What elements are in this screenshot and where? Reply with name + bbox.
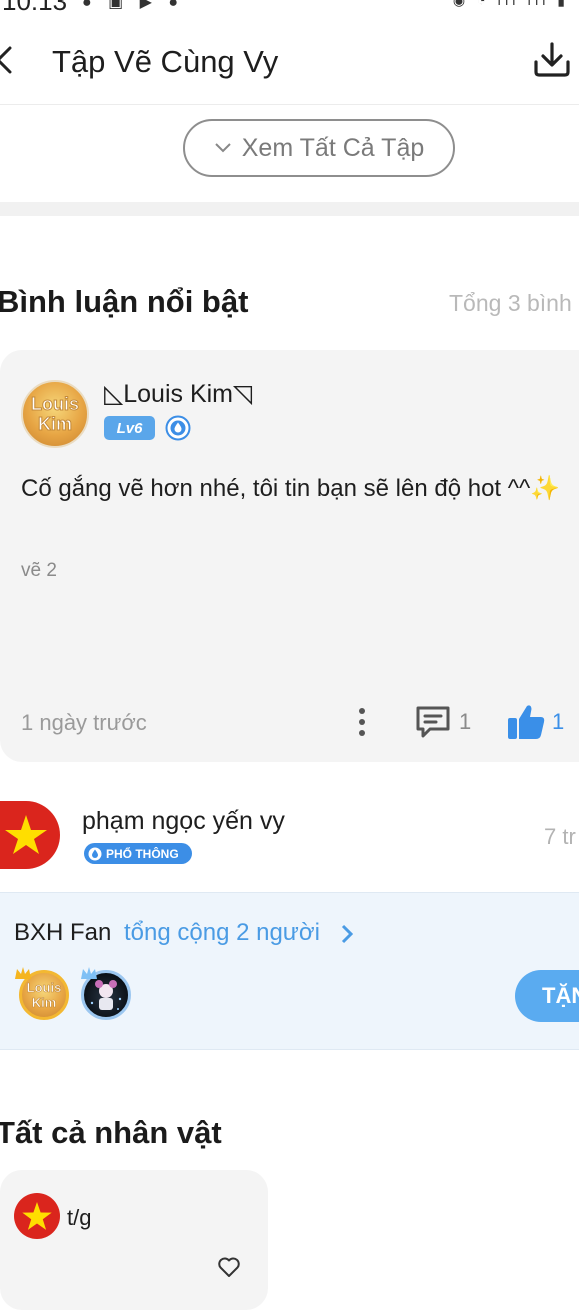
like-count: 1 — [552, 709, 565, 734]
character-avatar — [14, 1193, 60, 1239]
drop-icon — [88, 847, 102, 860]
star-icon — [22, 1202, 52, 1230]
view-all-episodes-label: Xem Tất Cả Tập — [241, 133, 425, 162]
top-app-bar: Tập Vẽ Cùng Vy — [0, 14, 579, 105]
notification-icons: ● ▣ ▶ ● — [82, 0, 185, 11]
heart-icon[interactable] — [217, 1256, 241, 1278]
signal-icons: ◉ ◔ ıll ıll ▮ — [452, 0, 569, 8]
more-options-icon[interactable] — [355, 706, 369, 738]
download-icon[interactable] — [532, 40, 572, 80]
section-divider — [0, 202, 579, 216]
comment-author-name[interactable]: phạm ngọc yến vy — [82, 807, 285, 836]
reply-icon[interactable] — [414, 704, 452, 740]
reply-count: 1 — [459, 709, 472, 734]
characters-title: Tất cả nhân vật — [0, 1115, 222, 1150]
star-icon — [5, 815, 47, 854]
comment-text: Cố gắng vẽ hơn nhé, tôi tin bạn sẽ lên đ… — [21, 475, 561, 502]
fan-ranking-title: BXH Fan — [14, 919, 112, 946]
character-name: t/g — [67, 1205, 92, 1230]
status-bar: 10:13 ● ▣ ▶ ● ◉ ◔ ıll ıll ▮ — [0, 0, 579, 14]
page-title: Tập Vẽ Cùng Vy — [52, 44, 279, 79]
level-badge: Lv6 — [104, 416, 155, 440]
view-all-episodes-button[interactable]: Xem Tất Cả Tập — [183, 119, 455, 177]
status-time: 10:13 — [2, 0, 67, 14]
chevron-down-icon — [215, 143, 231, 153]
back-arrow-icon[interactable] — [0, 44, 18, 76]
avatar[interactable]: Louis Kim — [21, 380, 89, 448]
comment-episode-label: vẽ 2 — [21, 560, 57, 581]
rank-label: PHỔ THÔNG — [106, 846, 179, 861]
comment-timestamp: 1 ngày trước — [21, 710, 147, 735]
rank-badge: PHỔ THÔNG — [84, 843, 192, 864]
total-comments-link[interactable]: Tổng 3 bình l — [449, 290, 579, 317]
medal-icon — [165, 415, 191, 441]
character-card[interactable] — [0, 1170, 268, 1310]
thumbs-up-icon[interactable] — [506, 703, 546, 741]
gift-button[interactable]: TẶN — [515, 970, 579, 1022]
comment-author-name[interactable]: ◺Louis Kim◹ — [104, 379, 252, 409]
chevron-right-icon[interactable] — [341, 924, 353, 944]
avatar[interactable] — [0, 801, 60, 869]
crown-icon — [81, 967, 97, 979]
featured-comments-title: Bình luận nổi bật — [0, 284, 249, 319]
fan-ranking-total-link[interactable]: tổng cộng 2 người — [124, 919, 320, 947]
comment-timestamp: 7 tr — [544, 824, 576, 849]
crown-icon — [15, 967, 31, 979]
